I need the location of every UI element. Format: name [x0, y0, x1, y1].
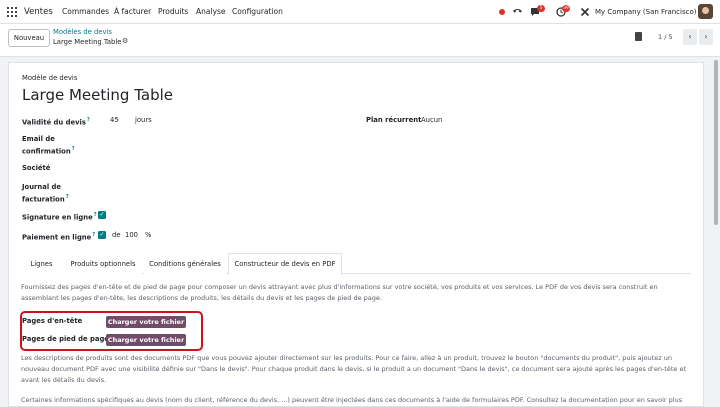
breadcrumb-current: Large Meeting Table [53, 38, 122, 46]
record-title[interactable]: Large Meeting Table [22, 85, 173, 105]
tab-conditions-generales[interactable]: Conditions générales [144, 253, 226, 274]
app-name[interactable]: Ventes [24, 0, 53, 24]
payment-label: Paiement en ligne? [22, 232, 96, 242]
signature-checkbox[interactable]: ✓ [98, 211, 106, 219]
payment-percent-input[interactable]: 100 [125, 231, 138, 239]
phone-icon[interactable] [512, 7, 523, 17]
validity-days-input[interactable]: 45 [110, 116, 119, 124]
breadcrumb-parent[interactable]: Modèles de devis [53, 28, 112, 36]
record-type-label: Modèle de devis [22, 74, 78, 82]
header-pages-label: Pages d'en-tête [22, 317, 83, 325]
tab-lignes[interactable]: Lignes [19, 253, 64, 274]
tab-constructeur-pdf[interactable]: Constructeur de devis en PDF [228, 253, 342, 275]
user-avatar[interactable] [698, 4, 713, 19]
company-label: Société [22, 164, 51, 172]
validity-label: Validité du devis? [22, 117, 90, 127]
journal-label: facturation? [22, 194, 69, 204]
tab-produits-optionnels[interactable]: Produits optionnels [64, 253, 142, 274]
pager-previous-button[interactable]: ‹ [683, 29, 697, 45]
journal-label-line1: Journal de [22, 183, 61, 191]
new-button[interactable]: Nouveau [8, 29, 50, 47]
tools-icon[interactable] [580, 7, 590, 17]
activity-badge: 39 [562, 5, 570, 12]
chat-badge: 5 [537, 5, 545, 12]
menu-a-facturer[interactable]: À facturer [114, 0, 151, 24]
control-panel: Nouveau Modèles de devis Large Meeting T… [0, 24, 720, 57]
payment-of-text: de [112, 231, 121, 239]
recurring-plan-select[interactable]: Aucun [421, 116, 442, 124]
menu-commandes[interactable]: Commandes [62, 0, 109, 24]
product-documents-text: Les descriptions de produits sont des do… [21, 354, 686, 384]
menu-configuration[interactable]: Configuration [232, 0, 283, 24]
signature-label: Signature en ligne? [22, 212, 97, 222]
gear-icon[interactable]: ⚙ [122, 37, 128, 45]
menu-produits[interactable]: Produits [158, 0, 188, 24]
scrollbar-thumb[interactable] [714, 60, 718, 225]
pdf-intro-text: Fournissez des pages d'en-tête et de pie… [21, 283, 658, 302]
footer-upload-button[interactable]: Charger votre fichier [106, 334, 186, 346]
dynamic-fields-text: Certaines informations spécifiques au de… [21, 396, 683, 404]
form-sheet: Modèle de devis Large Meeting Table Vali… [8, 62, 704, 407]
apps-menu-icon[interactable] [7, 7, 17, 17]
status-dot-icon[interactable] [499, 9, 505, 15]
menu-analyse[interactable]: Analyse [196, 0, 226, 24]
payment-percent-unit: % [145, 231, 152, 239]
confirmation-email-label-line1: Email de [22, 135, 55, 143]
top-navbar: Ventes Commandes À facturer Produits Ana… [0, 0, 720, 24]
company-switcher[interactable]: My Company (San Francisco) [595, 0, 696, 24]
recurring-plan-label: Plan récurrent [366, 116, 422, 124]
validity-unit: jours [135, 116, 152, 124]
pager-value[interactable]: 1 / 5 [658, 33, 673, 41]
pager-next-button[interactable]: › [699, 29, 713, 45]
confirmation-email-label: confirmation? [22, 146, 75, 156]
book-icon[interactable] [635, 32, 642, 41]
header-upload-button[interactable]: Charger votre fichier [106, 316, 186, 328]
payment-checkbox[interactable]: ✓ [98, 231, 106, 239]
footer-pages-label: Pages de pied de page [22, 335, 109, 343]
